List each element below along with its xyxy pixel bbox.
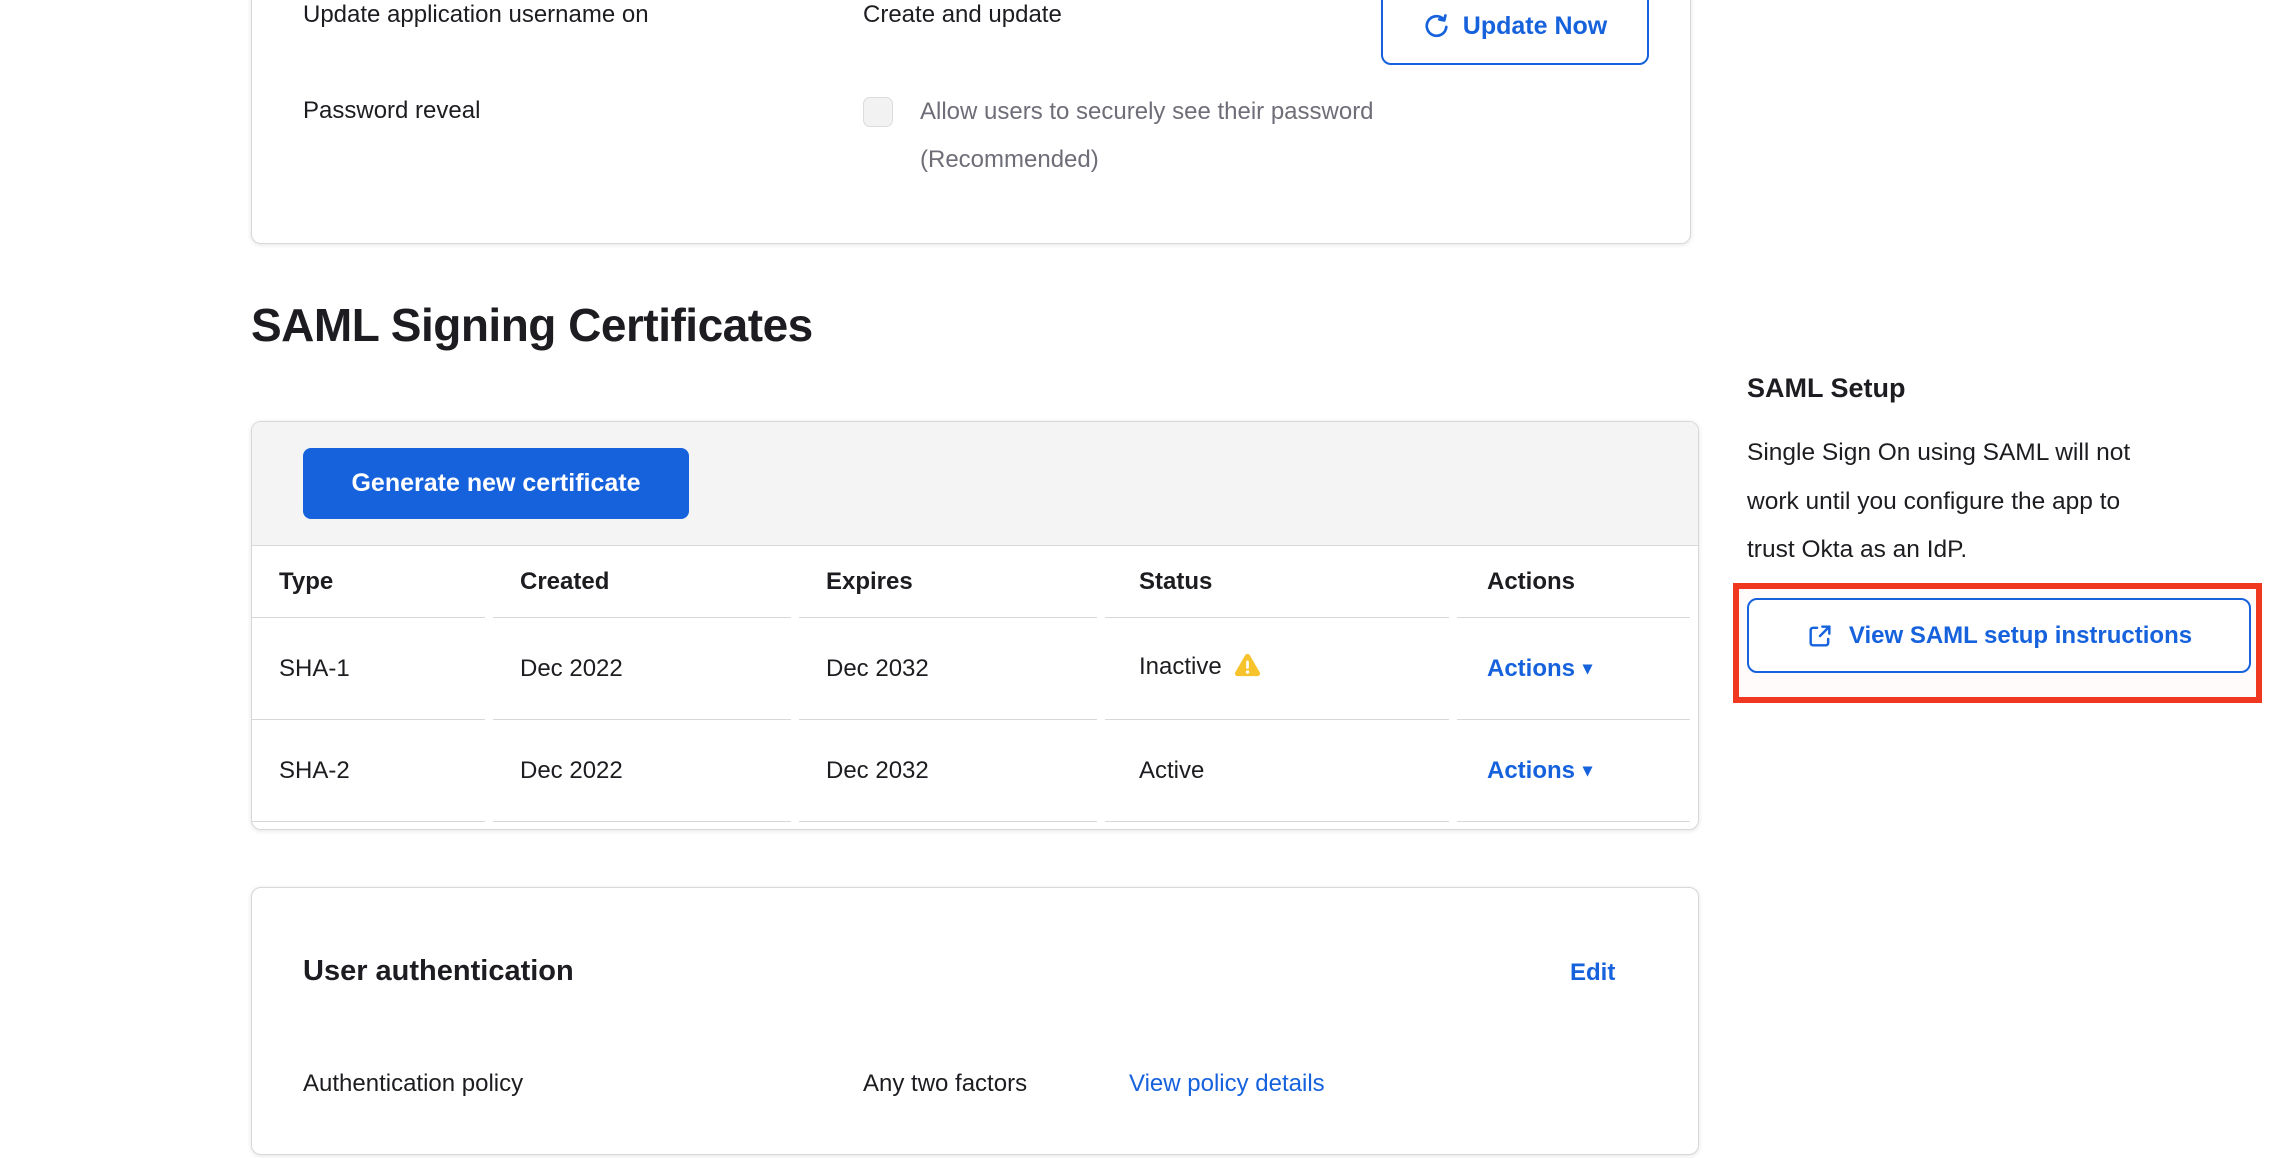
update-now-label: Update Now bbox=[1463, 12, 1607, 41]
refresh-icon bbox=[1423, 13, 1450, 40]
checkbox-label-line1: Allow users to securely see their passwo… bbox=[920, 88, 1374, 136]
caret-down-icon: ▾ bbox=[1583, 658, 1592, 678]
actions-label: Actions bbox=[1487, 655, 1575, 682]
cert-actions-cell: Actions ▾ bbox=[1457, 720, 1698, 822]
actions-dropdown[interactable]: Actions ▾ bbox=[1487, 757, 1592, 784]
generate-new-certificate-button[interactable]: Generate new certificate bbox=[303, 448, 689, 519]
caret-down-icon: ▾ bbox=[1583, 760, 1592, 780]
view-policy-details-link[interactable]: View policy details bbox=[1129, 1069, 1325, 1099]
saml-setup-description: Single Sign On using SAML will not work … bbox=[1747, 429, 2247, 575]
table-row: SHA-1 Dec 2022 Dec 2032 Inactive Actions… bbox=[252, 618, 1698, 720]
cert-created-cell: Dec 2022 bbox=[493, 618, 799, 720]
update-now-button[interactable]: Update Now bbox=[1381, 0, 1649, 65]
column-header-type: Type bbox=[252, 546, 493, 618]
app-settings-panel: Update application username on Create an… bbox=[251, 0, 1691, 244]
column-header-actions: Actions bbox=[1457, 546, 1698, 618]
cert-expires-cell: Dec 2032 bbox=[799, 618, 1105, 720]
column-header-status: Status bbox=[1105, 546, 1457, 618]
password-reveal-checkbox[interactable] bbox=[863, 97, 893, 127]
external-link-icon bbox=[1806, 622, 1834, 650]
cert-expires-cell: Dec 2032 bbox=[799, 720, 1105, 822]
cert-created-cell: Dec 2022 bbox=[493, 720, 799, 822]
saml-certificates-panel: Generate new certificate Type Created Ex… bbox=[251, 421, 1699, 830]
certificates-table: Type Created Expires Status Actions SHA-… bbox=[252, 546, 1698, 822]
password-reveal-checkbox-label: Allow users to securely see their passwo… bbox=[920, 88, 1374, 184]
warning-icon bbox=[1234, 653, 1261, 685]
username-update-label: Update application username on bbox=[303, 0, 649, 30]
cert-actions-cell: Actions ▾ bbox=[1457, 618, 1698, 720]
cert-type-cell: SHA-1 bbox=[252, 618, 493, 720]
username-update-value: Create and update bbox=[863, 0, 1062, 30]
description-line: trust Okta as an IdP. bbox=[1747, 526, 2247, 575]
certificates-panel-toolbar: Generate new certificate bbox=[252, 422, 1698, 546]
user-authentication-heading: User authentication bbox=[303, 952, 574, 990]
authentication-policy-value: Any two factors bbox=[863, 1069, 1027, 1099]
user-authentication-panel: User authentication Edit Authentication … bbox=[251, 887, 1699, 1155]
checkbox-label-line2: (Recommended) bbox=[920, 136, 1374, 184]
description-line: work until you configure the app to bbox=[1747, 478, 2247, 527]
column-header-created: Created bbox=[493, 546, 799, 618]
view-saml-setup-instructions-label: View SAML setup instructions bbox=[1849, 622, 2192, 650]
table-row: SHA-2 Dec 2022 Dec 2032 Active Actions ▾ bbox=[252, 720, 1698, 822]
status-text: Inactive bbox=[1139, 653, 1222, 680]
status-text: Active bbox=[1139, 757, 1204, 784]
actions-label: Actions bbox=[1487, 757, 1575, 784]
password-reveal-label: Password reveal bbox=[303, 96, 480, 126]
actions-dropdown[interactable]: Actions ▾ bbox=[1487, 655, 1592, 682]
column-header-expires: Expires bbox=[799, 546, 1105, 618]
cert-type-cell: SHA-2 bbox=[252, 720, 493, 822]
cert-status-cell: Active bbox=[1105, 720, 1457, 822]
description-line: Single Sign On using SAML will not bbox=[1747, 429, 2247, 478]
view-saml-setup-instructions-button[interactable]: View SAML setup instructions bbox=[1747, 598, 2251, 673]
authentication-policy-label: Authentication policy bbox=[303, 1069, 523, 1099]
edit-link[interactable]: Edit bbox=[1570, 959, 1615, 987]
saml-setup-heading: SAML Setup bbox=[1747, 371, 1906, 405]
saml-signing-certificates-heading: SAML Signing Certificates bbox=[251, 299, 813, 351]
cert-status-cell: Inactive bbox=[1105, 618, 1457, 720]
table-header-row: Type Created Expires Status Actions bbox=[252, 546, 1698, 618]
